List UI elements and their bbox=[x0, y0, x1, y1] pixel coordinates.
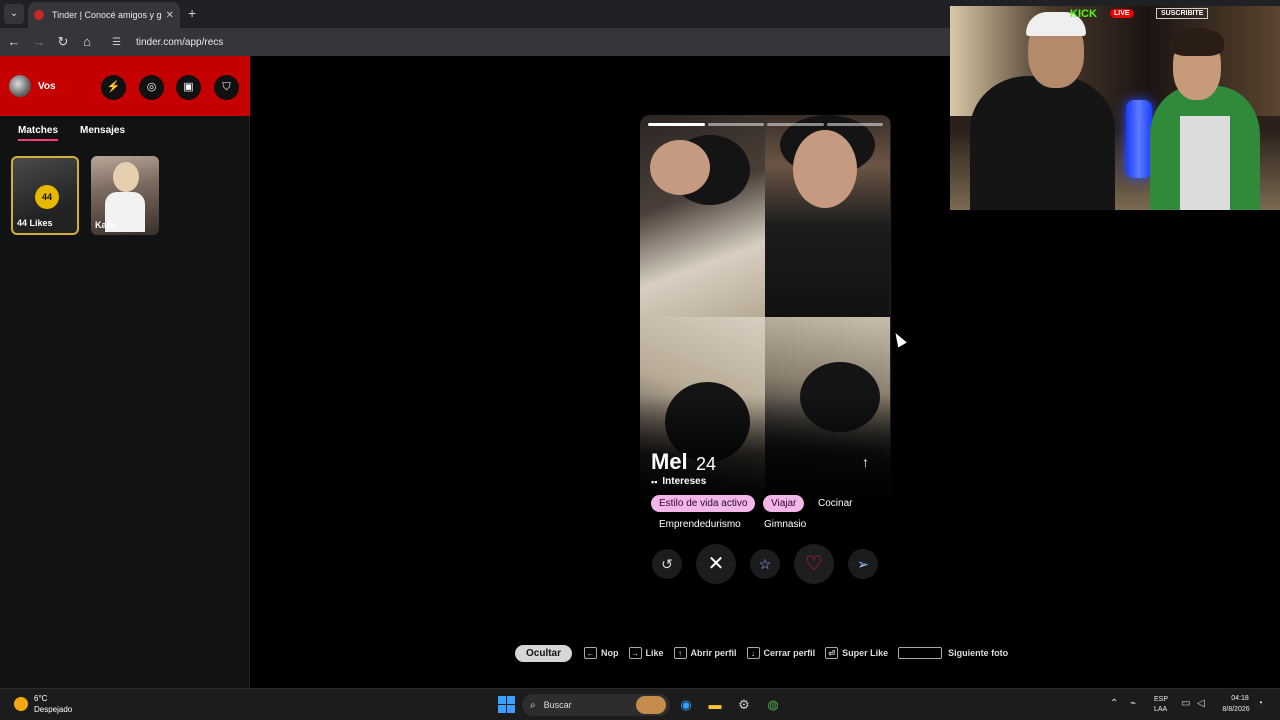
hint-label: Super Like bbox=[842, 648, 889, 658]
address-bar[interactable]: ☰ tinder.com/app/recs bbox=[104, 32, 944, 52]
home-icon[interactable]: ⌂ bbox=[79, 34, 95, 50]
wifi-icon[interactable]: ▭ bbox=[1181, 698, 1190, 709]
match-photo bbox=[113, 162, 139, 192]
space-key-icon bbox=[898, 647, 943, 659]
browser-tab-tinder[interactable]: Tinder | Conocé amigos y gente ✕ bbox=[28, 2, 180, 28]
edge-browser-icon[interactable]: ◉ bbox=[677, 696, 695, 714]
tinder-sidebar: Vos ⚡ ◎ ▣ ⛉ Matches Mensajes 44 44 Likes… bbox=[0, 56, 250, 688]
profile-age: 24 bbox=[696, 454, 717, 474]
weather-temperature[interactable]: 6°C bbox=[34, 694, 47, 703]
weather-condition[interactable]: Despejado bbox=[34, 705, 72, 714]
input-layout[interactable]: LAA bbox=[1154, 706, 1167, 713]
photo-progress-segment bbox=[648, 123, 705, 126]
likes-card[interactable]: 44 44 Likes bbox=[11, 156, 79, 235]
windows-taskbar: 6°C Despejado ⌕ Buscar ◉ ▬ ⚙ ◍ ⌃ ⌁ ESP L… bbox=[0, 688, 1280, 720]
down-key-icon: ↓ bbox=[746, 647, 760, 659]
profile-card[interactable]: Mel 24 ↑ ▪▪ Intereses Estilo de vida act… bbox=[640, 115, 891, 563]
webcam-overlay: KICK LIVE SUSCRIBITE bbox=[950, 6, 1280, 210]
up-key-icon: ↑ bbox=[673, 647, 687, 659]
profile-photo bbox=[765, 115, 890, 317]
interests-grid-icon: ▪▪ bbox=[651, 476, 658, 487]
boost-bolt-icon[interactable]: ⚡ bbox=[101, 75, 126, 100]
tab-list-chevron-icon[interactable]: ⌄ bbox=[4, 4, 24, 24]
right-key-icon: → bbox=[628, 647, 642, 659]
forward-arrow-icon[interactable]: → bbox=[31, 34, 47, 50]
interest-chip: Emprendedurismo bbox=[659, 519, 741, 530]
site-info-icon[interactable]: ☰ bbox=[112, 37, 124, 48]
weather-moon-icon[interactable] bbox=[14, 697, 28, 711]
user-avatar[interactable] bbox=[9, 75, 31, 97]
clock-date[interactable]: 8/8/2026 bbox=[1216, 706, 1256, 713]
settings-gear-icon[interactable]: ⚙ bbox=[735, 696, 753, 714]
interest-chip: Viajar bbox=[763, 495, 805, 512]
live-badge: LIVE bbox=[1110, 9, 1134, 18]
subscribe-badge: SUSCRIBITE bbox=[1156, 8, 1209, 19]
input-language[interactable]: ESP bbox=[1154, 696, 1168, 703]
sidebar-tabs: Matches Mensajes bbox=[18, 125, 125, 141]
match-card-karu[interactable]: Karu bbox=[91, 156, 159, 235]
new-tab-plus-icon[interactable]: + bbox=[188, 5, 196, 21]
safety-shield-icon[interactable]: ⛉ bbox=[214, 75, 239, 100]
explore-compass-icon[interactable]: ◎ bbox=[139, 75, 164, 100]
windows-start-icon[interactable] bbox=[498, 696, 516, 714]
user-name[interactable]: Vos bbox=[38, 81, 56, 92]
left-key-icon: ← bbox=[584, 647, 598, 659]
url-text: tinder.com/app/recs bbox=[136, 36, 224, 48]
interest-chip: Gimnasio bbox=[764, 519, 807, 530]
hint-label: Like bbox=[645, 648, 664, 658]
interest-chip: Cocinar bbox=[818, 498, 853, 509]
photo-progress-segment bbox=[767, 123, 824, 126]
enter-key-icon: ⏎ bbox=[825, 647, 839, 659]
hint-label: Cerrar perfil bbox=[763, 648, 816, 658]
profile-photo bbox=[640, 115, 765, 317]
chrome-browser-icon[interactable]: ◍ bbox=[764, 696, 782, 714]
like-heart-icon[interactable]: ♡ bbox=[794, 544, 834, 584]
tab-title: Tinder | Conocé amigos y gente bbox=[52, 10, 162, 20]
photo-progress-segment bbox=[707, 123, 764, 126]
hint-label: Siguiente foto bbox=[948, 648, 1009, 658]
card-actions: ↺ ✕ ☆ ♡ ➢ bbox=[640, 544, 891, 584]
kick-logo: KICK bbox=[1070, 8, 1097, 20]
taskbar-search[interactable]: ⌕ Buscar bbox=[522, 694, 670, 716]
likes-label: 44 Likes bbox=[17, 218, 53, 228]
likes-count-badge: 44 bbox=[35, 185, 59, 209]
match-name: Karu bbox=[95, 220, 116, 230]
profile-name: Mel bbox=[651, 449, 688, 474]
open-profile-arrow-icon[interactable]: ↑ bbox=[862, 454, 869, 470]
tab-close-icon[interactable]: ✕ bbox=[166, 10, 174, 21]
sidebar-header: Vos ⚡ ◎ ▣ ⛉ bbox=[0, 56, 250, 116]
hint-label: Nop bbox=[601, 648, 619, 658]
work-briefcase-icon[interactable]: ▣ bbox=[176, 75, 201, 100]
search-icon: ⌕ bbox=[530, 699, 536, 711]
notification-bell-icon[interactable]: ◔ bbox=[1257, 698, 1263, 709]
send-icon[interactable]: ➢ bbox=[848, 549, 878, 579]
tab-messages[interactable]: Mensajes bbox=[80, 125, 125, 141]
reload-icon[interactable]: ↻ bbox=[55, 34, 71, 50]
file-explorer-icon[interactable]: ▬ bbox=[706, 696, 724, 714]
photo-progress-segment bbox=[826, 123, 883, 126]
volume-icon[interactable]: ◁ bbox=[1197, 698, 1205, 709]
tray-network-icon[interactable]: ⌁ bbox=[1130, 698, 1136, 709]
tray-chevron-up-icon[interactable]: ⌃ bbox=[1110, 698, 1118, 709]
photo-progress-bar bbox=[648, 123, 883, 126]
tinder-favicon-icon bbox=[34, 10, 44, 20]
super-like-star-icon[interactable]: ☆ bbox=[750, 549, 780, 579]
keyboard-hints: Ocultar ← Nop → Like ↑ Abrir perfil ↓ Cerrar… bbox=[515, 643, 1018, 663]
nope-close-icon[interactable]: ✕ bbox=[696, 544, 736, 584]
blue-lamp bbox=[1126, 100, 1152, 178]
clock-time[interactable]: 04:18 bbox=[1222, 695, 1258, 702]
hide-hints-button[interactable]: Ocultar bbox=[515, 644, 573, 662]
back-arrow-icon[interactable]: ← bbox=[6, 34, 22, 50]
tab-matches[interactable]: Matches bbox=[18, 125, 59, 141]
interests-heading: ▪▪ Intereses bbox=[651, 476, 707, 487]
hint-label: Abrir perfil bbox=[690, 648, 737, 658]
interest-chip: Estilo de vida activo bbox=[651, 495, 756, 512]
mouse-cursor-icon bbox=[891, 330, 907, 348]
rewind-icon[interactable]: ↺ bbox=[652, 549, 682, 579]
